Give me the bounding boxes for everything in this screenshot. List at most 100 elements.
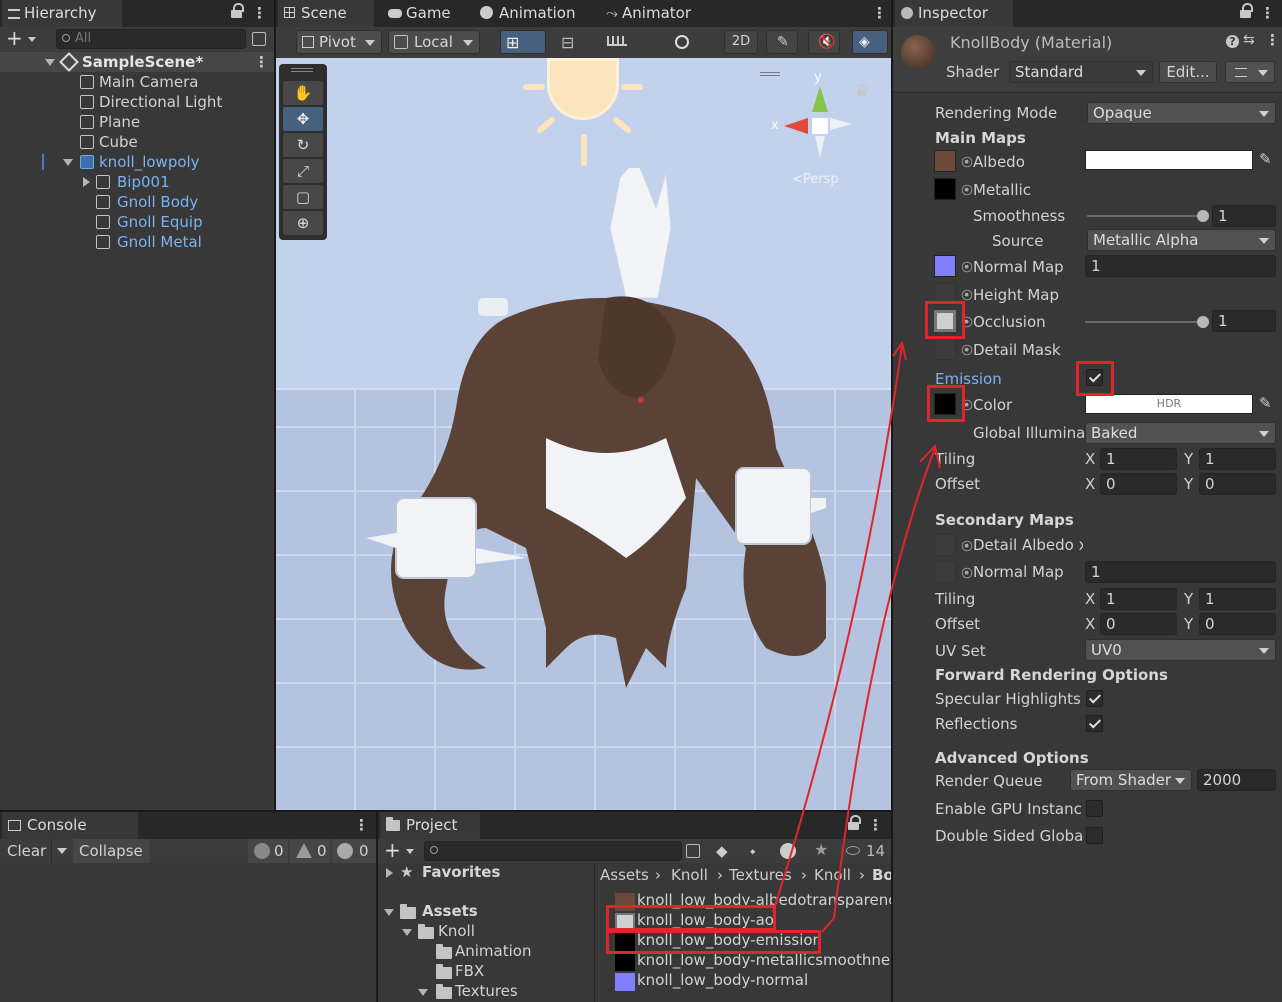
component-menu-icon[interactable]: ⋮ [1265, 31, 1280, 49]
albedo-texture-slot[interactable] [934, 150, 956, 172]
hierarchy-item[interactable]: Directional Light [0, 92, 274, 112]
more-options-icon[interactable]: ⋮ [354, 815, 369, 835]
clear-options-dropdown[interactable] [53, 839, 71, 863]
expand-arrow-icon[interactable] [402, 929, 412, 936]
hierarchy-item[interactable]: Main Camera [0, 72, 274, 92]
pivot-dropdown[interactable]: Pivot [296, 30, 382, 54]
breadcrumb-item[interactable]: Assets [600, 863, 649, 887]
more-options-icon[interactable]: ⋮ [252, 3, 267, 23]
hierarchy-search-input[interactable]: All [56, 29, 246, 49]
slider-handle[interactable] [1197, 210, 1209, 222]
tab-animation[interactable]: Animation [474, 0, 575, 27]
project-search-input[interactable] [424, 841, 682, 861]
lighting-toggle-button[interactable]: ✎ [766, 30, 798, 54]
detail-albedo-texture-slot[interactable] [934, 534, 956, 556]
tiling-y-field[interactable]: 1 [1199, 448, 1276, 470]
shading-dropdown[interactable] [668, 30, 714, 54]
search-by-type-icon[interactable] [686, 844, 700, 858]
audio-toggle-button[interactable]: 🔇 [808, 30, 840, 54]
clear-button[interactable]: Clear [0, 839, 52, 863]
camera-gizmo-icon[interactable] [478, 298, 508, 316]
occlusion-slider[interactable] [1085, 316, 1209, 328]
gnoll-model[interactable] [366, 168, 826, 728]
breadcrumb-item[interactable]: Textures [729, 863, 792, 887]
object-picker-icon[interactable] [961, 156, 973, 168]
detail-normal-texture-slot[interactable] [934, 561, 956, 583]
tab-inspector[interactable]: Inspector [895, 0, 1013, 27]
folder-row[interactable]: FBX [378, 962, 594, 982]
gizmo-lock-icon[interactable] [857, 83, 868, 97]
offset-x-field[interactable]: 0 [1100, 473, 1177, 495]
error-filter-button[interactable]: 0 [332, 839, 376, 863]
filter-by-label-icon[interactable]: ⬩ [750, 842, 755, 860]
scale-tool-button[interactable]: ⤢ [283, 159, 323, 183]
tab-hierarchy[interactable]: Hierarchy [2, 0, 122, 27]
more-options-icon[interactable]: ⋮ [868, 815, 883, 835]
palette-grip[interactable] [291, 68, 313, 72]
render-queue-dropdown[interactable]: From Shader [1070, 769, 1192, 791]
folder-row[interactable]: Knoll [378, 922, 594, 942]
breadcrumb-item[interactable]: Knoll [814, 863, 851, 887]
tab-console[interactable]: Console [2, 812, 138, 839]
create-asset-button[interactable]: + [384, 839, 418, 863]
emission-color-field[interactable]: HDR [1085, 394, 1253, 414]
breadcrumb-item[interactable]: Bo [872, 863, 891, 887]
folder-row[interactable]: Textures [378, 982, 594, 1002]
directional-light-gizmo-icon[interactable] [521, 58, 645, 174]
filter-by-error-icon[interactable] [780, 843, 796, 859]
hierarchy-item-selected[interactable]: knoll_lowpoly [0, 152, 274, 172]
tab-scene[interactable]: Scene [278, 0, 374, 27]
detail-mask-texture-slot[interactable] [934, 338, 956, 360]
orientation-gizmo[interactable]: y x <Persp [760, 70, 868, 192]
object-picker-icon[interactable] [961, 289, 973, 301]
eyedropper-icon[interactable]: ✎ [1259, 150, 1272, 168]
folder-row[interactable]: Animation [378, 942, 594, 962]
gizmo-drag-handle[interactable] [760, 72, 780, 76]
lock-icon[interactable] [1240, 3, 1253, 19]
normal-texture-slot[interactable] [934, 255, 956, 277]
warning-filter-button[interactable]: 0 [290, 839, 330, 863]
double-sided-gi-checkbox[interactable] [1086, 827, 1103, 844]
gizmo-center-cube[interactable] [812, 118, 828, 134]
favorite-star-icon[interactable]: ★ [814, 840, 828, 859]
uv-set-dropdown[interactable]: UV0 [1085, 639, 1276, 661]
local-dropdown[interactable]: Local [388, 30, 480, 54]
hand-tool-button[interactable]: ✋ [283, 81, 323, 105]
more-options-icon[interactable]: ⋮ [1260, 3, 1275, 23]
expand-arrow-icon[interactable] [63, 159, 73, 166]
global-illumination-dropdown[interactable]: Baked [1085, 422, 1276, 444]
shader-dropdown[interactable]: Standard [1009, 61, 1153, 83]
tab-project[interactable]: Project [380, 812, 480, 839]
collapse-arrow-icon[interactable] [386, 868, 393, 878]
breadcrumb-item[interactable]: Knoll [671, 863, 708, 887]
search-options-icon[interactable] [252, 32, 266, 46]
tiling2-y-field[interactable]: 1 [1199, 588, 1276, 610]
effects-dropdown[interactable]: ◈ [852, 30, 888, 54]
add-object-button[interactable]: + [6, 27, 40, 51]
hierarchy-item[interactable]: Bip001 [0, 172, 274, 192]
smoothness-slider[interactable] [1087, 210, 1209, 222]
rect-tool-button[interactable]: ▢ [283, 185, 323, 209]
hierarchy-item[interactable]: Gnoll Metal [0, 232, 274, 252]
lock-icon[interactable] [848, 815, 861, 831]
object-picker-icon[interactable] [961, 540, 973, 552]
object-picker-icon[interactable] [961, 261, 973, 273]
occlusion-strength-field[interactable]: 1 [1212, 310, 1276, 332]
metallic-texture-slot[interactable] [934, 178, 956, 200]
reflections-checkbox[interactable] [1086, 715, 1103, 732]
hidden-packages-toggle[interactable]: 14 [844, 839, 890, 863]
gizmo-x-axis[interactable] [784, 118, 808, 134]
tiling2-x-field[interactable]: 1 [1100, 588, 1177, 610]
transform-tool-button[interactable]: ⊕ [283, 211, 323, 235]
hierarchy-item[interactable]: Plane [0, 112, 274, 132]
albedo-color-field[interactable] [1085, 150, 1253, 170]
favorites-row[interactable]: ★ Favorites [378, 863, 594, 883]
offset2-x-field[interactable]: 0 [1100, 613, 1177, 635]
hierarchy-item[interactable]: Gnoll Equip [0, 212, 274, 232]
expand-arrow-icon[interactable] [418, 989, 428, 996]
console-log-area[interactable] [0, 863, 376, 1002]
expand-arrow-icon[interactable] [384, 909, 394, 916]
increment-snap-button[interactable]: ⊟ [556, 30, 596, 54]
shader-options-dropdown[interactable] [1225, 61, 1275, 83]
lock-icon[interactable] [231, 3, 244, 19]
